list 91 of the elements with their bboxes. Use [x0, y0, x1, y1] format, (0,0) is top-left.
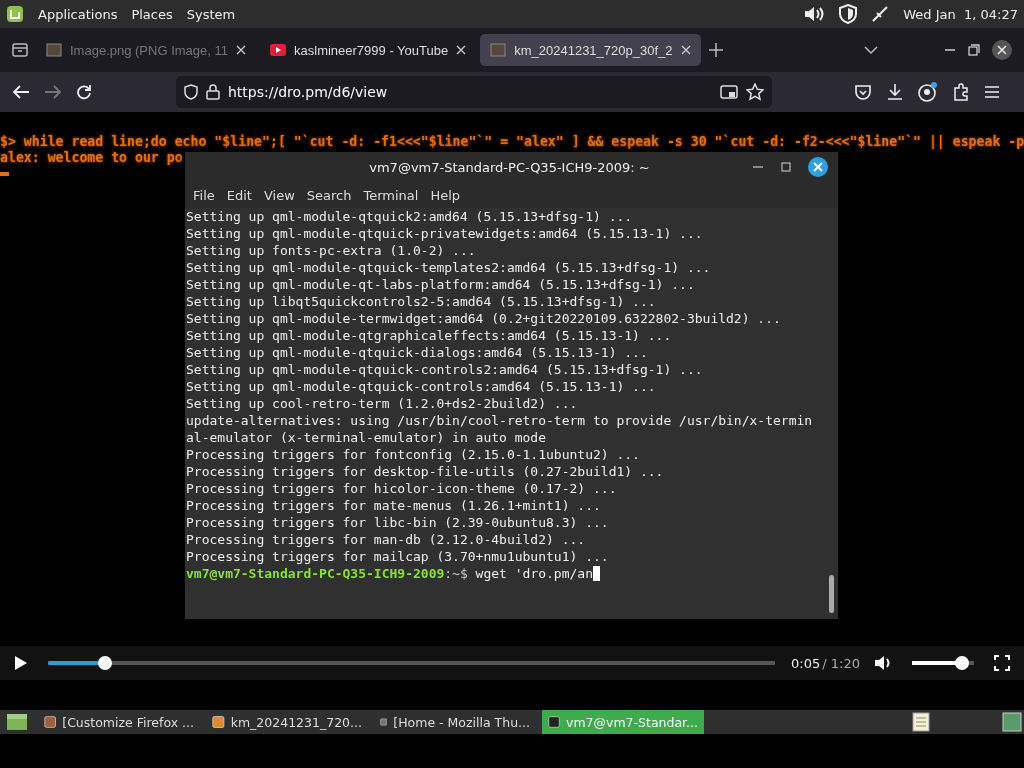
terminal-output-line: update-alternatives: using /usr/bin/cool-retro-term to provide /usr/bin/x-termin [186, 412, 813, 429]
close-icon [456, 45, 467, 55]
shield-icon [839, 4, 858, 24]
current-time: 0:05 [791, 655, 821, 671]
speaker-icon [874, 655, 892, 671]
account-icon [918, 82, 938, 102]
shield-icon [184, 84, 198, 100]
desktop-icon [1002, 712, 1022, 732]
star-icon [746, 83, 764, 101]
arrow-right-icon [44, 84, 62, 100]
chevron-down-icon [864, 45, 878, 55]
picture-in-picture-icon [720, 84, 738, 100]
play-icon [14, 655, 28, 671]
terminal-output-line: Processing triggers for desktop-file-utils (0.27-2build1) ... [186, 463, 664, 480]
prompt-path: :~$ [444, 566, 468, 581]
speaker-icon [803, 5, 826, 23]
reload-icon [76, 84, 92, 100]
arrow-left-icon [12, 84, 30, 100]
maximize-icon [968, 44, 980, 56]
terminal-output-line: Setting up qml-module-qtgraphicaleffects:amd64 (5.15.13-1) ... [186, 327, 672, 344]
volume-thumb[interactable] [955, 656, 970, 670]
menu-item[interactable]: View [259, 185, 299, 205]
image-icon [490, 43, 507, 57]
image-icon [46, 43, 62, 57]
app-icon [548, 714, 560, 730]
mint-logo-icon [6, 5, 24, 23]
taskbar-item[interactable]: [Customize Firefox ... [38, 710, 200, 734]
minimize-icon [752, 166, 764, 168]
terminal-output-line: Setting up cool-retro-term (1.2.0+ds2-2build2) ... [186, 395, 578, 412]
close-icon [808, 157, 828, 177]
taskbar-item[interactable]: [Home - Mozilla Thu... [374, 710, 536, 734]
menu-logo-icon [6, 713, 28, 731]
terminal-output-line: Processing triggers for mate-menus (1.26.1+mint1) ... [186, 497, 601, 514]
terminal-output-line: Setting up fonts-pc-extra (1.0-2) ... [186, 242, 476, 259]
padlock-icon [206, 84, 220, 100]
terminal-output-line: Setting up libqt5quickcontrols2-5:amd64 (5.15.13+dfsg-1) ... [186, 293, 656, 310]
play-logo-icon [270, 44, 286, 56]
browser-tab[interactable]: km_20241231_720p_30f_2 [480, 34, 701, 66]
app-icon [212, 714, 225, 730]
taskbar-item[interactable]: km_20241231_720... [206, 710, 368, 734]
browser-tab[interactable]: Image.png (PNG Image, 11 [36, 34, 256, 66]
close-icon [992, 40, 1012, 60]
menu-item[interactable]: Search [302, 185, 356, 205]
terminal-output-line: Processing triggers for mailcap (3.70+nmu1ubuntu1) ... [186, 548, 609, 565]
panel-menu[interactable]: Places [131, 6, 173, 22]
terminal-output-line: Processing triggers for fontconfig (2.15.0-1.1ubuntu2) ... [186, 446, 640, 463]
terminal-output-line: Processing triggers for libc-bin (2.39-0ubuntu8.3) ... [186, 514, 609, 531]
clock[interactable]: Wed Jan 1, 04:27 [903, 6, 1018, 22]
terminal-output-line: Setting up qml-module-qtquick2:amd64 (5.15.13+dfsg-1) ... [186, 208, 633, 225]
tray-icon [12, 42, 28, 58]
scrollbar-thumb[interactable] [829, 575, 834, 613]
video-terminal-text: $> while read line;do echo "$line";[ "`cut -d: -f1<<<"$line"`" = "alex" ] && espeak -s 30 "`cut -d: -f2-<<<"$line"`" || espeak -p [0, 134, 1024, 150]
puzzle-icon [952, 83, 970, 101]
fullscreen-icon [994, 655, 1010, 671]
terminal-output-line: Setting up qml-module-qt-labs-platform:amd64 (5.15.13+dfsg-1) ... [186, 276, 695, 293]
duration: / 1:20 [822, 655, 860, 671]
app-icon [44, 714, 57, 730]
text-cursor [593, 566, 600, 581]
close-icon [680, 45, 691, 55]
cursor-block [0, 172, 9, 176]
progress-thumb[interactable] [97, 656, 112, 670]
window-title: vm7@vm7-Standard-PC-Q35-ICH9-2009: ~ [368, 159, 651, 175]
notepad-icon [912, 712, 930, 732]
terminal-output-line: Processing triggers for hicolor-icon-theme (0.17-2) ... [186, 480, 617, 497]
terminal-output-line: Setting up qml-module-termwidget:amd64 (0.2+git20220109.6322802-3build2) ... [186, 310, 781, 327]
terminal-output-line: Setting up qml-module-qtquick-controls2:amd64 (5.15.13+dfsg-1) ... [186, 361, 703, 378]
terminal-output-line: al-emulator (x-terminal-emulator) in auto mode [186, 429, 547, 446]
panel-menu[interactable]: Applications [38, 6, 118, 22]
terminal-output-line: Setting up qml-module-qtquick-dialogs:amd64 (5.15.13-1) ... [186, 344, 648, 361]
command-text: wget 'dro.pm/an [475, 566, 593, 581]
close-icon [236, 45, 246, 55]
terminal-output-line: Setting up qml-module-qtquick-privatewidgets:amd64 (5.15.13-1) ... [186, 225, 703, 242]
network-disconnected-icon [871, 5, 890, 23]
terminal-output-line: Setting up qml-module-qtquick-templates2:amd64 (5.15.13+dfsg-1) ... [186, 259, 711, 276]
panel-menu[interactable]: System [186, 6, 236, 22]
menu-item[interactable]: File [189, 185, 219, 205]
menu-item[interactable]: Terminal [359, 185, 423, 205]
menu-icon [984, 85, 1000, 99]
plus-icon [708, 43, 723, 57]
terminal-output-line: Setting up qml-module-qtquick-controls:amd64 (5.15.13-1) ... [186, 378, 656, 395]
video-terminal-text: alex: welcome to our po [0, 150, 183, 166]
maximize-icon [780, 161, 792, 173]
address-bar[interactable]: https://dro.pm/d6/view [176, 76, 772, 108]
menu-item[interactable]: Edit [222, 185, 256, 205]
download-icon [886, 83, 904, 101]
pocket-icon [854, 84, 872, 100]
menu-item[interactable]: Help [426, 185, 465, 205]
browser-tab[interactable]: kaslmineer7999 - YouTube [260, 34, 477, 66]
prompt-user: vm7@vm7-Standard-PC-Q35-ICH9-2009 [186, 566, 445, 581]
minimize-icon [944, 49, 956, 51]
terminal-output-line: Processing triggers for man-db (2.12.0-4build2) ... [186, 531, 586, 548]
